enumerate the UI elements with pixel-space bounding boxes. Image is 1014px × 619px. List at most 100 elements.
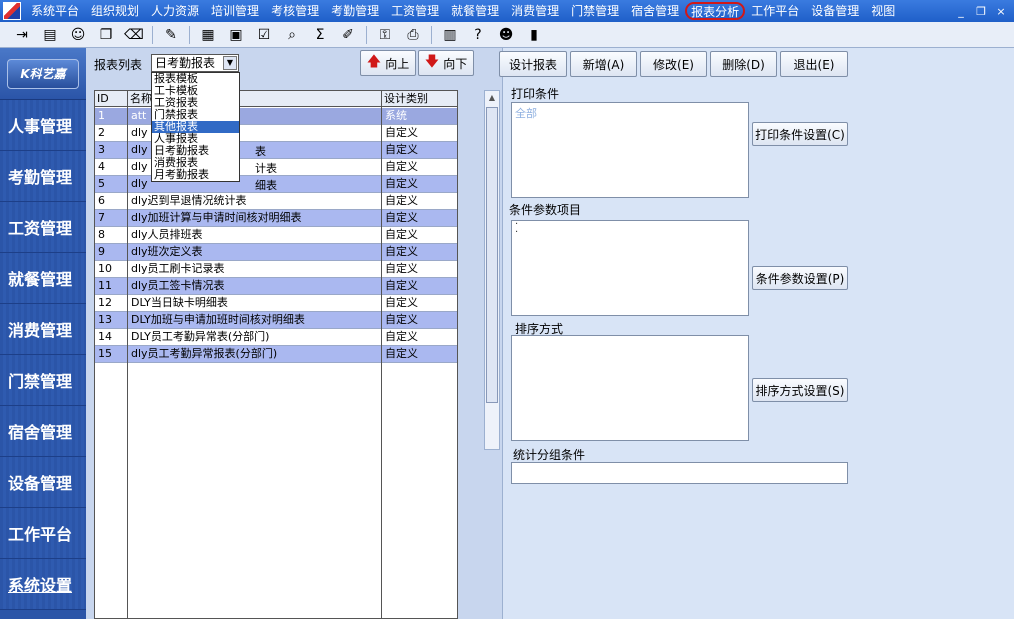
menu-view[interactable]: 视图 xyxy=(865,0,901,22)
table-row[interactable]: 6 dly迟到早退情况统计表 自定义 xyxy=(95,193,457,210)
sidebar-item-label: 就餐管理 xyxy=(8,270,73,289)
scroll-up-icon[interactable]: ▲ xyxy=(486,92,498,104)
condition-params-box[interactable]: · · xyxy=(511,220,749,316)
vertical-scrollbar[interactable]: ▲ xyxy=(484,90,500,450)
print-condition-box[interactable]: 全部 xyxy=(511,102,749,198)
table-row[interactable]: 2 dly 自定义 xyxy=(95,125,457,142)
eraser-icon[interactable]: ⌫ xyxy=(120,24,148,46)
menu-payroll[interactable]: 工资管理 xyxy=(385,0,445,22)
key-icon[interactable]: ⚿ xyxy=(371,24,399,46)
menu-training[interactable]: 培训管理 xyxy=(205,0,265,22)
minimize-icon[interactable]: _ xyxy=(954,5,968,18)
user-icon[interactable]: ☺ xyxy=(64,24,92,46)
report-settings-panel: 设计报表 新增(A) 修改(E) 删除(D) 退出(E) 打印条件 全部 打印条… xyxy=(499,48,1014,619)
condition-params-settings-button[interactable]: 条件参数设置(P) xyxy=(752,266,848,290)
report-type-select[interactable]: 日考勤报表 ▼ xyxy=(151,54,239,72)
sidebar: K科艺嘉 人事管理 考勤管理 工资管理 就餐管理 消费管理 门禁管理 宿舍管理 设备管理 工作平… xyxy=(0,48,86,619)
calendar-icon[interactable]: ▣ xyxy=(222,24,250,46)
exit-button[interactable]: 退出(E) xyxy=(780,51,848,77)
table-row[interactable]: 8 dly人员排班表 自定义 xyxy=(95,227,457,244)
sum-icon[interactable]: Σ xyxy=(306,24,334,46)
menu-consumption[interactable]: 消费管理 xyxy=(505,0,565,22)
document-icon[interactable]: ▤ xyxy=(36,24,64,46)
menu-org-planning[interactable]: 组织规划 xyxy=(85,0,145,22)
table-row[interactable]: 9 dly班次定义表 自定义 xyxy=(95,244,457,261)
table-row[interactable]: 11 dly员工签卡情况表 自定义 xyxy=(95,278,457,295)
sidebar-item-label: 宿舍管理 xyxy=(8,423,73,442)
sort-order-settings-button[interactable]: 排序方式设置(S) xyxy=(752,378,848,402)
cell-name: DLY员工考勤异常表(分部门) xyxy=(128,329,382,345)
dropdown-arrow-icon[interactable]: ▼ xyxy=(223,56,237,70)
menu-system-platform[interactable]: 系统平台 xyxy=(25,0,85,22)
search-icon[interactable]: ⌕ xyxy=(278,24,306,46)
modify-button[interactable]: 修改(E) xyxy=(640,51,707,77)
menu-dormitory[interactable]: 宿舍管理 xyxy=(625,0,685,22)
checklist-icon[interactable]: ☑ xyxy=(250,24,278,46)
arrow-down-icon: 🡇 xyxy=(424,54,440,70)
move-down-button[interactable]: 🡇 向下 xyxy=(418,50,474,76)
scroll-thumb[interactable] xyxy=(486,107,498,403)
table-row[interactable]: 12 DLY当日缺卡明细表 自定义 xyxy=(95,295,457,312)
print-icon[interactable]: ⎙ xyxy=(399,24,427,46)
menu-appraisal[interactable]: 考核管理 xyxy=(265,0,325,22)
cell-type: 自定义 xyxy=(385,143,418,156)
door-icon[interactable]: ▮ xyxy=(520,24,548,46)
pen-icon[interactable]: ✐ xyxy=(334,24,362,46)
sidebar-item-payroll[interactable]: 工资管理 xyxy=(0,202,86,253)
sidebar-item-attendance[interactable]: 考勤管理 xyxy=(0,151,86,202)
menu-report-analysis[interactable]: 报表分析 xyxy=(685,2,746,20)
toolbar: ⇥ ▤ ☺ ❐ ⌫ ✎ ▦ ▣ ☑ ⌕ Σ ✐ ⚿ ⎙ ▥? ☻ ▮ xyxy=(0,22,1014,48)
cell-type: 自定义 xyxy=(385,245,418,258)
restore-icon[interactable]: ❐ xyxy=(974,5,988,18)
table-row[interactable]: 13 DLY加班与申请加班时间核对明细表 自定义 xyxy=(95,312,457,329)
sidebar-item-personnel[interactable]: 人事管理 xyxy=(0,100,86,151)
sidebar-item-system-settings[interactable]: 系统设置 xyxy=(0,559,86,610)
menu-human-resources[interactable]: 人力资源 xyxy=(145,0,205,22)
sort-order-box[interactable] xyxy=(511,335,749,441)
cell-type: 自定义 xyxy=(385,262,418,275)
users-icon[interactable]: ☻ xyxy=(492,24,520,46)
menu-dining[interactable]: 就餐管理 xyxy=(445,0,505,22)
sidebar-item-consumption[interactable]: 消费管理 xyxy=(0,304,86,355)
cell-id: 9 xyxy=(95,244,128,260)
columns-icon[interactable]: ▥ xyxy=(436,24,464,46)
table-row[interactable]: 10 dly员工刷卡记录表 自定义 xyxy=(95,261,457,278)
table-row[interactable]: 3 dly 自定义 xyxy=(95,142,457,159)
sidebar-item-dormitory[interactable]: 宿舍管理 xyxy=(0,406,86,457)
table-row[interactable]: 7 dly加班计算与申请时间核对明细表 自定义 xyxy=(95,210,457,227)
table-header: ID 名称 设计类别 xyxy=(95,91,457,107)
sidebar-item-label: 系统设置 xyxy=(8,576,73,595)
dropdown-option[interactable]: 月考勤报表 xyxy=(152,169,239,181)
menu-access-control[interactable]: 门禁管理 xyxy=(565,0,625,22)
menu-attendance[interactable]: 考勤管理 xyxy=(325,0,385,22)
close-icon[interactable]: × xyxy=(994,5,1008,18)
copy-icon[interactable]: ❐ xyxy=(92,24,120,46)
help-icon[interactable]: ? xyxy=(464,24,492,46)
table-row[interactable]: 14 DLY员工考勤异常表(分部门) 自定义 xyxy=(95,329,457,346)
column-header-type[interactable]: 设计类别 xyxy=(382,91,459,107)
sidebar-item-access-control[interactable]: 门禁管理 xyxy=(0,355,86,406)
menu-device-management[interactable]: 设备管理 xyxy=(805,0,865,22)
table-row[interactable]: 1 att 系统 xyxy=(95,108,457,125)
calculator-icon[interactable]: ▦ xyxy=(194,24,222,46)
arrow-up-icon: 🡅 xyxy=(366,54,382,70)
sidebar-item-label: 设备管理 xyxy=(8,474,73,493)
cell-id: 11 xyxy=(95,278,128,294)
print-condition-settings-button[interactable]: 打印条件设置(C) xyxy=(752,122,848,146)
cell-id: 15 xyxy=(95,346,128,362)
add-button[interactable]: 新增(A) xyxy=(570,51,637,77)
report-table: ID 名称 设计类别 1 att 系统 2 dly 自定义 3 dly 自定义 4 dly 自定义 5 d… xyxy=(94,90,458,619)
exit-icon[interactable]: ⇥ xyxy=(8,24,36,46)
delete-button[interactable]: 删除(D) xyxy=(710,51,777,77)
edit-icon[interactable]: ✎ xyxy=(157,24,185,46)
menu-work-platform[interactable]: 工作平台 xyxy=(745,0,805,22)
sidebar-item-dining[interactable]: 就餐管理 xyxy=(0,253,86,304)
sidebar-item-device-management[interactable]: 设备管理 xyxy=(0,457,86,508)
move-up-button[interactable]: 🡅 向上 xyxy=(360,50,416,76)
column-header-id[interactable]: ID xyxy=(95,91,128,107)
design-report-button[interactable]: 设计报表 xyxy=(499,51,567,77)
table-row[interactable]: 15 dly员工考勤异常报表(分部门) 自定义 xyxy=(95,346,457,363)
app-logo-icon xyxy=(3,2,21,20)
sidebar-item-work-platform[interactable]: 工作平台 xyxy=(0,508,86,559)
group-condition-input[interactable] xyxy=(511,462,848,484)
